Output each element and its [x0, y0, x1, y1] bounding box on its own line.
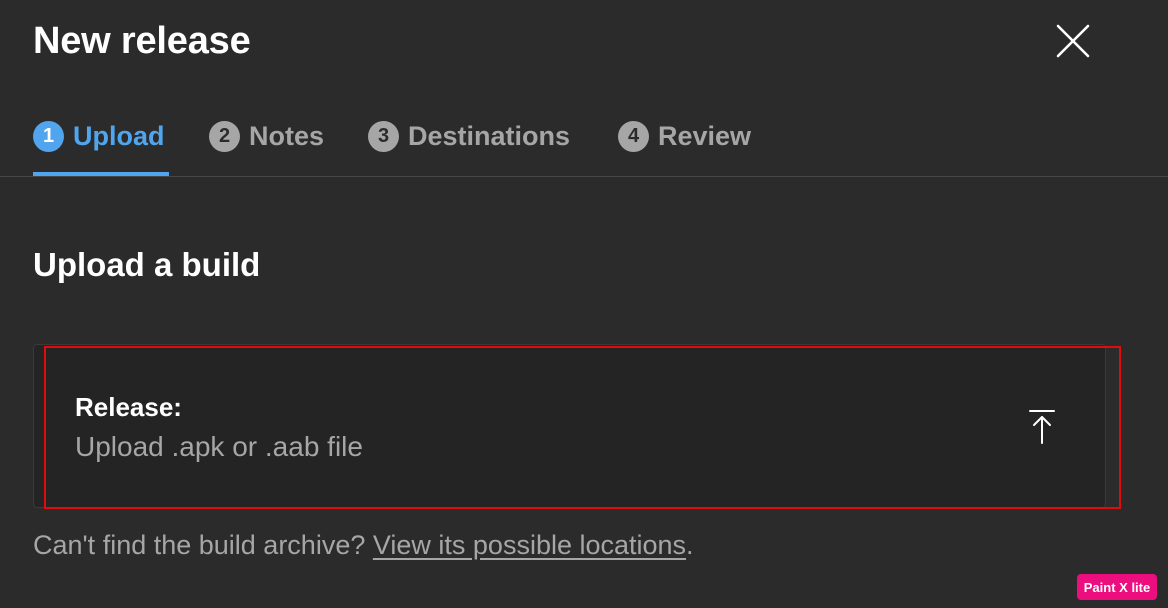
- upload-button[interactable]: [1027, 409, 1057, 445]
- tab-notes[interactable]: 2 Notes: [209, 108, 324, 164]
- close-button[interactable]: [1052, 20, 1094, 62]
- tab-upload[interactable]: 1 Upload: [33, 108, 165, 164]
- tab-review[interactable]: 4 Review: [618, 108, 751, 164]
- upload-hint: Upload .apk or .aab file: [75, 431, 363, 462]
- possible-locations-link[interactable]: View its possible locations: [373, 530, 686, 560]
- help-text: Can't find the build archive? View its p…: [33, 528, 694, 562]
- upload-icon: [1029, 410, 1055, 444]
- tab-label: Destinations: [408, 120, 571, 151]
- close-icon: [1056, 24, 1090, 58]
- dialog-title: New release: [33, 20, 251, 62]
- new-release-dialog: New release 1 Upload 2 Notes 3 Destinati…: [0, 0, 1168, 608]
- wizard-steps: 1 Upload 2 Notes 3 Destinations 4 Review: [0, 96, 1168, 177]
- active-tab-indicator: [33, 172, 169, 176]
- upload-dropzone[interactable]: [44, 346, 1121, 509]
- step-number-badge: 3: [368, 120, 399, 152]
- section-heading: Upload a build: [33, 246, 261, 283]
- help-text-prefix: Can't find the build archive?: [33, 530, 373, 560]
- step-number-badge: 4: [618, 120, 649, 152]
- tab-label: Notes: [249, 120, 325, 151]
- paint-x-lite-watermark: Paint X lite: [1077, 574, 1157, 600]
- help-text-suffix: .: [686, 530, 694, 560]
- release-label: Release:: [75, 392, 182, 422]
- step-number-badge: 1: [33, 120, 64, 152]
- tab-destinations[interactable]: 3 Destinations: [368, 108, 570, 164]
- step-number-badge: 2: [209, 120, 240, 152]
- tab-label: Upload: [73, 120, 165, 151]
- tab-label: Review: [658, 120, 752, 151]
